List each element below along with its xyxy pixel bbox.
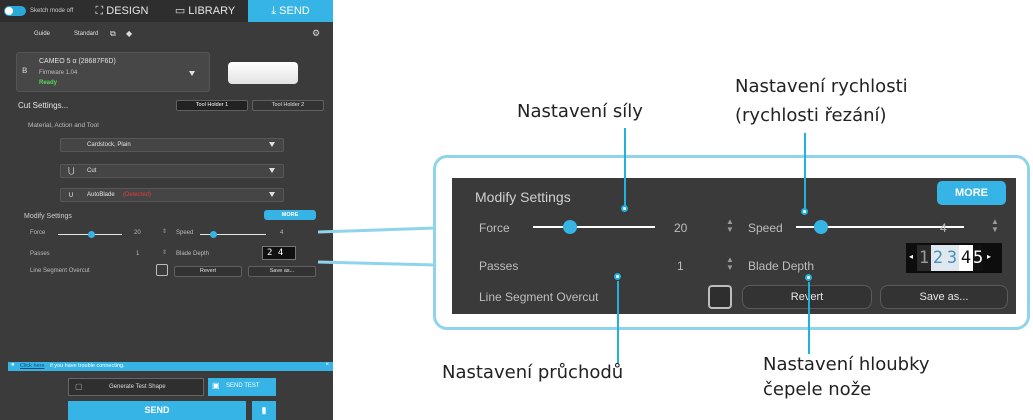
zoom-save-as-button[interactable]: Save as... (880, 285, 1008, 309)
blade-digit: 4 (959, 245, 973, 271)
speed-pointer-line (804, 133, 806, 211)
zoom-revert-button[interactable]: Revert (742, 285, 872, 309)
blade-digit: 3 (945, 245, 959, 271)
zoom-force-slider-handle[interactable] (562, 220, 577, 234)
zoom-line-segment-checkbox[interactable] (708, 285, 732, 309)
annotation-speed-2: (rychlosti řezání) (735, 105, 887, 126)
speed-pointer-dot (801, 208, 808, 215)
zoom-modify-settings-title: Modify Settings (475, 189, 571, 205)
passes-pointer-line (617, 281, 619, 363)
zoom-force-label: Force (479, 221, 510, 235)
zoom-force-slider-track[interactable] (533, 226, 655, 228)
annotation-depth-2: čepele nože (763, 379, 872, 400)
zoom-speed-stepper[interactable]: ▲ ▼ (990, 218, 1000, 234)
passes-pointer-dot (614, 273, 621, 280)
blade-digit: 2 (931, 245, 945, 271)
zoom-more-button[interactable]: MORE (937, 181, 1006, 205)
zoom-force-value: 20 (674, 221, 688, 235)
force-pointer-dot (621, 205, 628, 212)
annotation-force: Nastavení síly (517, 101, 643, 122)
force-pointer-line (624, 128, 626, 208)
dial-right-arrow-icon[interactable]: ▸ (987, 252, 991, 261)
depth-pointer-line (808, 282, 810, 354)
depth-pointer-dot (805, 274, 812, 281)
zoom-force-stepper[interactable]: ▲ ▼ (725, 218, 735, 234)
annotation-speed-1: Nastavení rychlosti (735, 76, 908, 97)
zoom-passes-value: 1 (677, 259, 684, 273)
zoom-speed-value: 4 (940, 221, 947, 235)
zoom-speed-label: Speed (748, 221, 783, 235)
zoom-passes-label: Passes (479, 259, 519, 273)
zoom-line-segment-label: Line Segment Overcut (479, 290, 599, 304)
blade-digit: 5 (973, 245, 983, 271)
zoom-blade-depth-label: Blade Depth (748, 259, 815, 273)
zoom-passes-stepper[interactable]: ▲ ▼ (725, 256, 735, 272)
annotation-depth-1: Nastavení hloubky (763, 354, 930, 375)
dial-left-arrow-icon[interactable]: ◂ (909, 252, 913, 261)
blade-digit: 1 (917, 245, 931, 271)
annotation-passes: Nastavení průchodů (442, 362, 624, 383)
